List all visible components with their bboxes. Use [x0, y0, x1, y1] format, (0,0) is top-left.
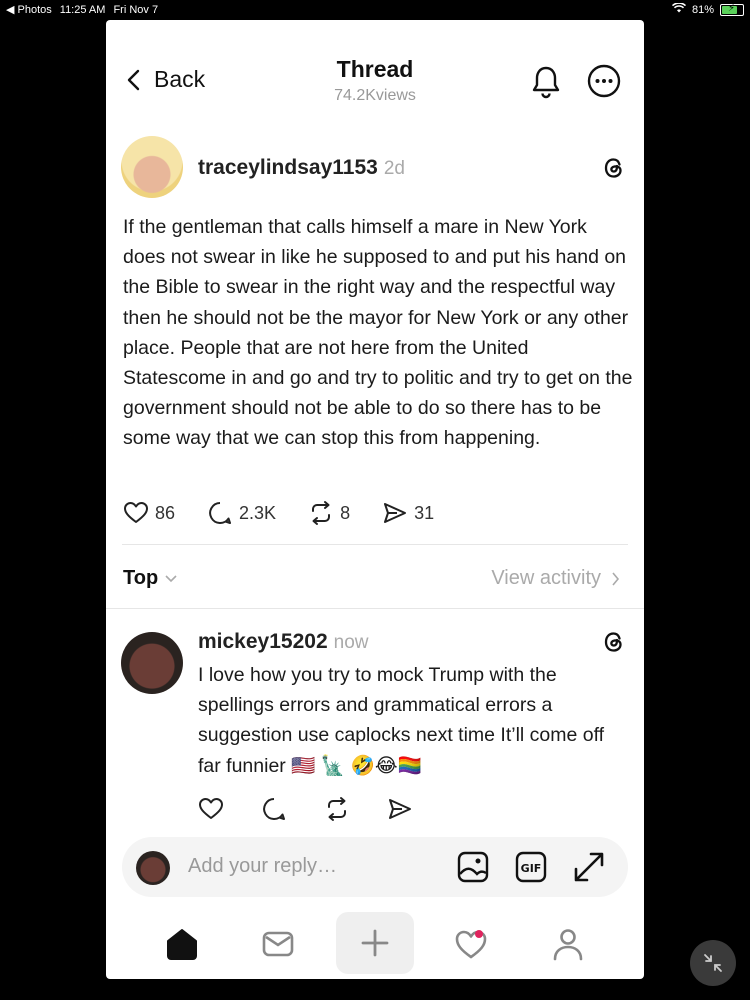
sort-label: Top	[123, 567, 159, 589]
share-count: 31	[414, 502, 435, 523]
home-icon	[167, 929, 197, 960]
repost-icon	[312, 501, 331, 525]
heart-icon[interactable]	[198, 796, 224, 822]
view-count: 74.2Kviews	[334, 87, 416, 104]
gif-icon[interactable]: GIF	[514, 850, 548, 884]
comment-button[interactable]: 2.3K	[207, 500, 276, 526]
collapse-icon	[704, 954, 722, 972]
post-text: If the gentleman that calls himself a ma…	[123, 216, 633, 450]
status-bar: ◀ Photos 11:25 AM Fri Nov 7 81% ⚡	[0, 0, 750, 20]
tab-messages[interactable]	[248, 920, 308, 968]
view-activity-label: View activity	[491, 567, 601, 589]
reply-username[interactable]: mickey15202	[198, 630, 328, 653]
status-time: 11:25 AM	[59, 3, 106, 16]
reply-time: now	[333, 632, 369, 653]
reply-input[interactable]: Add your reply…	[188, 855, 337, 878]
composer-tools: GIF	[456, 850, 606, 884]
comment-count: 2.3K	[239, 502, 277, 523]
expand-icon[interactable]	[572, 850, 606, 884]
avatar[interactable]	[121, 632, 183, 694]
status-date: Fri Nov 7	[113, 3, 159, 16]
battery-icon: ⚡	[720, 2, 744, 16]
heart-icon	[124, 502, 148, 523]
thread-header: Back Thread 74.2Kviews	[106, 20, 644, 130]
reply-actions	[198, 796, 413, 822]
pip-collapse-button[interactable]	[690, 940, 736, 986]
back-to-app-link[interactable]: ◀ Photos	[6, 3, 52, 16]
tab-activity[interactable]	[441, 920, 501, 968]
divider	[106, 608, 644, 609]
plus-icon	[361, 929, 389, 957]
comment-icon	[209, 502, 232, 524]
profile-icon	[553, 929, 583, 961]
avatar	[136, 851, 170, 885]
title-block: Thread 74.2Kviews	[106, 56, 644, 105]
reply-author-row: mickey15202 now	[198, 630, 368, 654]
chevron-down-icon	[165, 574, 177, 582]
battery-percent: 81%	[691, 3, 714, 16]
avatar[interactable]	[121, 136, 183, 198]
notification-dot	[475, 930, 483, 938]
svg-text:GIF: GIF	[521, 862, 542, 875]
more-icon[interactable]	[587, 64, 621, 98]
threads-logo-icon	[604, 632, 622, 652]
post-actions: 86 2.3K 8 31	[123, 500, 466, 526]
image-icon[interactable]	[456, 850, 490, 884]
tab-profile[interactable]	[538, 920, 598, 968]
activity-heart-icon	[455, 930, 487, 959]
messages-icon	[262, 931, 294, 957]
comment-icon[interactable]	[261, 796, 287, 822]
post-time: 2d	[383, 158, 405, 179]
reply-composer[interactable]: Add your reply… GIF	[122, 837, 628, 897]
repost-icon[interactable]	[324, 796, 350, 822]
tab-home[interactable]	[152, 920, 212, 968]
chevron-right-icon	[612, 571, 620, 586]
charging-icon: ⚡	[728, 2, 736, 14]
threads-logo-icon	[604, 158, 622, 178]
wifi-icon	[671, 2, 687, 16]
threads-app: Back Thread 74.2Kviews traceylindsay1153…	[106, 20, 644, 979]
bell-icon[interactable]	[530, 65, 562, 99]
repost-count: 8	[340, 502, 351, 523]
post-author-row: traceylindsay1153 2d	[198, 156, 405, 180]
sort-dropdown[interactable]: Top	[123, 567, 178, 590]
page-title: Thread	[336, 56, 414, 82]
post-username[interactable]: traceylindsay1153	[198, 156, 378, 179]
reply-post: mickey15202 now I love how you try to moc…	[106, 620, 644, 840]
bottom-tab-bar	[106, 910, 644, 979]
send-icon[interactable]	[387, 796, 413, 822]
tab-create[interactable]	[336, 912, 414, 974]
divider	[122, 544, 628, 545]
repost-button[interactable]: 8	[308, 500, 350, 526]
send-icon	[384, 503, 407, 523]
share-button[interactable]: 31	[382, 500, 434, 526]
reply-text: I love how you try to mock Trump with th…	[198, 664, 605, 777]
view-activity-link[interactable]: View activity	[491, 567, 620, 590]
reply-sort-bar: Top View activity	[106, 550, 644, 608]
like-button[interactable]: 86	[123, 500, 175, 526]
like-count: 86	[155, 502, 176, 523]
